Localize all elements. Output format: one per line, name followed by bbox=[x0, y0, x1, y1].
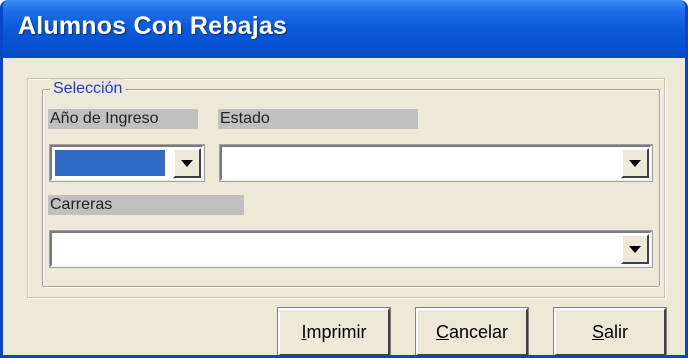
chevron-down-icon bbox=[181, 160, 193, 167]
imprimir-button-label: Imprimir bbox=[301, 322, 367, 342]
dialog-client-area: Selección Año de Ingreso Estado Carreras bbox=[3, 58, 685, 355]
estado-label: Estado bbox=[218, 109, 418, 129]
estado-dropdown-button[interactable] bbox=[621, 148, 649, 178]
estado-combo[interactable] bbox=[219, 144, 653, 182]
chevron-down-icon bbox=[629, 160, 641, 167]
chevron-down-icon bbox=[629, 246, 641, 253]
dialog-window: Alumnos Con Rebajas Selección Año de Ing… bbox=[0, 0, 688, 358]
window-title: Alumnos Con Rebajas bbox=[18, 12, 288, 40]
anio-ingreso-selected-value bbox=[55, 150, 165, 176]
salir-button-label: Salir bbox=[591, 322, 629, 342]
carreras-label: Carreras bbox=[48, 195, 244, 215]
cancelar-button[interactable]: Cancelar bbox=[415, 307, 529, 355]
selection-panel: Selección Año de Ingreso Estado Carreras bbox=[27, 78, 665, 298]
anio-ingreso-dropdown-button[interactable] bbox=[173, 148, 201, 178]
anio-ingreso-combo[interactable] bbox=[49, 144, 205, 182]
cancelar-button-label: Cancelar bbox=[435, 322, 509, 342]
imprimir-button[interactable]: Imprimir bbox=[277, 307, 391, 355]
carreras-combo[interactable] bbox=[49, 230, 653, 268]
anio-ingreso-label: Año de Ingreso bbox=[48, 109, 198, 129]
selection-legend: Selección bbox=[50, 79, 126, 99]
carreras-dropdown-button[interactable] bbox=[621, 234, 649, 264]
title-bar[interactable]: Alumnos Con Rebajas bbox=[3, 0, 685, 58]
salir-button[interactable]: Salir bbox=[553, 307, 667, 355]
